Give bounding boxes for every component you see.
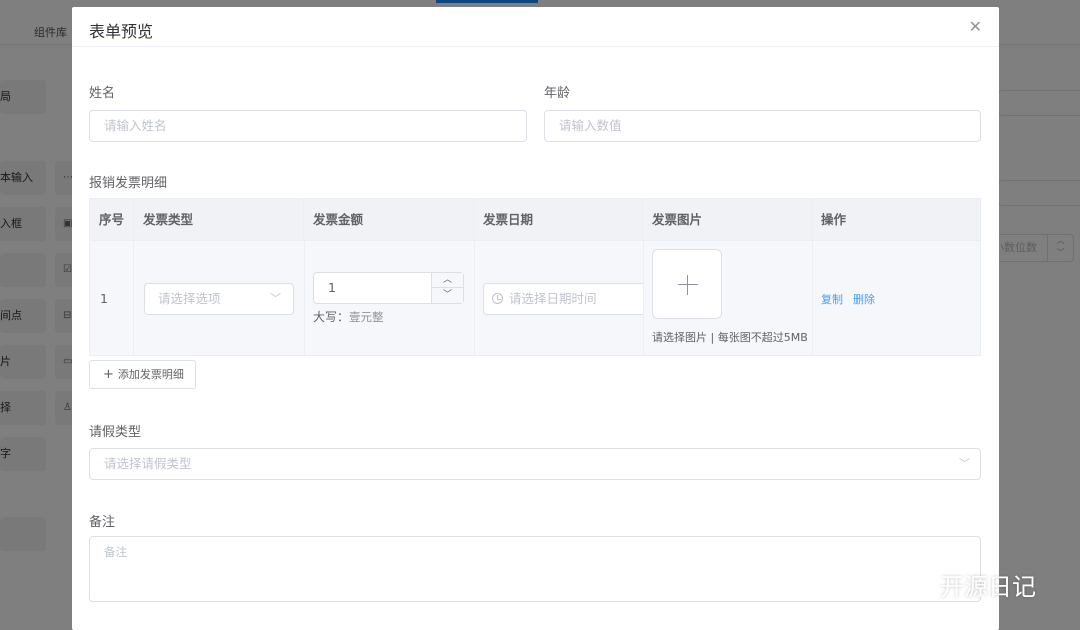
chevron-down-icon: ﹀	[959, 457, 970, 470]
clock-icon	[492, 293, 503, 304]
name-label: 姓名	[89, 86, 116, 101]
close-icon[interactable]: ✕	[969, 17, 982, 36]
invoice-amount-value: 1	[328, 280, 336, 295]
column-divider	[304, 241, 305, 355]
add-invoice-button[interactable]: + 添加发票明细	[89, 360, 196, 389]
chevron-down-icon: ﹀	[270, 292, 281, 305]
invoice-date-picker[interactable]: 请选择日期时间	[483, 283, 643, 315]
wechat-logo-icon	[894, 569, 931, 596]
column-divider	[812, 241, 813, 355]
dialog-header: 表单预览 ✕	[72, 7, 999, 47]
form-preview-dialog: 表单预览 ✕ 姓名 请输入姓名 年龄 请输入数值 报销发票明细 序号 发票类型 …	[72, 7, 999, 630]
invoice-details-label: 报销发票明细	[89, 176, 168, 191]
age-input[interactable]: 请输入数值	[544, 110, 981, 142]
plus-icon	[678, 284, 698, 285]
name-input[interactable]: 请输入姓名	[89, 110, 527, 142]
column-header-index: 序号	[90, 199, 134, 241]
decrease-icon[interactable]: ﹀	[432, 288, 463, 303]
leave-type-select[interactable]: 请选择请假类型 ﹀	[89, 448, 981, 480]
invoice-table: 序号 发票类型 发票金额 发票日期 发票图片 操作 1 请选择选项 ﹀ 1 ︿ …	[89, 198, 981, 356]
image-upload-button[interactable]	[652, 249, 722, 319]
invoice-date-placeholder: 请选择日期时间	[509, 291, 597, 306]
remark-textarea[interactable]: 备注	[89, 536, 981, 602]
amount-in-words-label: 大写：	[313, 310, 350, 324]
increase-icon[interactable]: ︿	[432, 273, 463, 288]
leave-type-placeholder: 请选择请假类型	[104, 456, 192, 471]
dialog-title: 表单预览	[89, 22, 154, 41]
column-divider	[133, 241, 134, 355]
plus-icon: +	[103, 367, 114, 382]
column-divider	[643, 241, 644, 355]
amount-in-words: 大写：壹元整	[313, 308, 384, 325]
column-header-actions: 操作	[821, 212, 847, 227]
upload-tip: 请选择图片 | 每张图不超过5MB	[652, 331, 808, 344]
remark-label: 备注	[89, 515, 116, 530]
leave-type-label: 请假类型	[89, 425, 142, 440]
invoice-type-select[interactable]: 请选择选项 ﹀	[144, 283, 294, 315]
invoice-type-placeholder: 请选择选项	[158, 291, 221, 306]
copy-row-link[interactable]: 复制	[821, 291, 843, 307]
watermark-text: 开源日记	[940, 573, 1036, 601]
table-row: 1 请选择选项 ﹀ 1 ︿ ﹀ 大写：壹元整 请选择日期时间 请选择图片 | 每…	[90, 241, 980, 355]
column-divider	[474, 241, 475, 355]
column-header-image: 发票图片	[643, 199, 812, 241]
amount-stepper: ︿ ﹀	[431, 273, 463, 303]
invoice-table-header: 序号 发票类型 发票金额 发票日期 发票图片 操作	[90, 199, 980, 241]
amount-in-words-value: 壹元整	[349, 310, 384, 324]
add-invoice-label: 添加发票明细	[117, 368, 184, 381]
column-header-date: 发票日期	[474, 199, 643, 241]
delete-row-link[interactable]: 删除	[853, 291, 875, 307]
plus-icon	[687, 275, 688, 295]
column-header-type: 发票类型	[134, 199, 304, 241]
column-header-amount: 发票金额	[304, 199, 474, 241]
age-label: 年龄	[544, 86, 571, 101]
row-index: 1	[100, 291, 108, 306]
invoice-amount-input[interactable]: 1 ︿ ﹀	[313, 272, 464, 304]
